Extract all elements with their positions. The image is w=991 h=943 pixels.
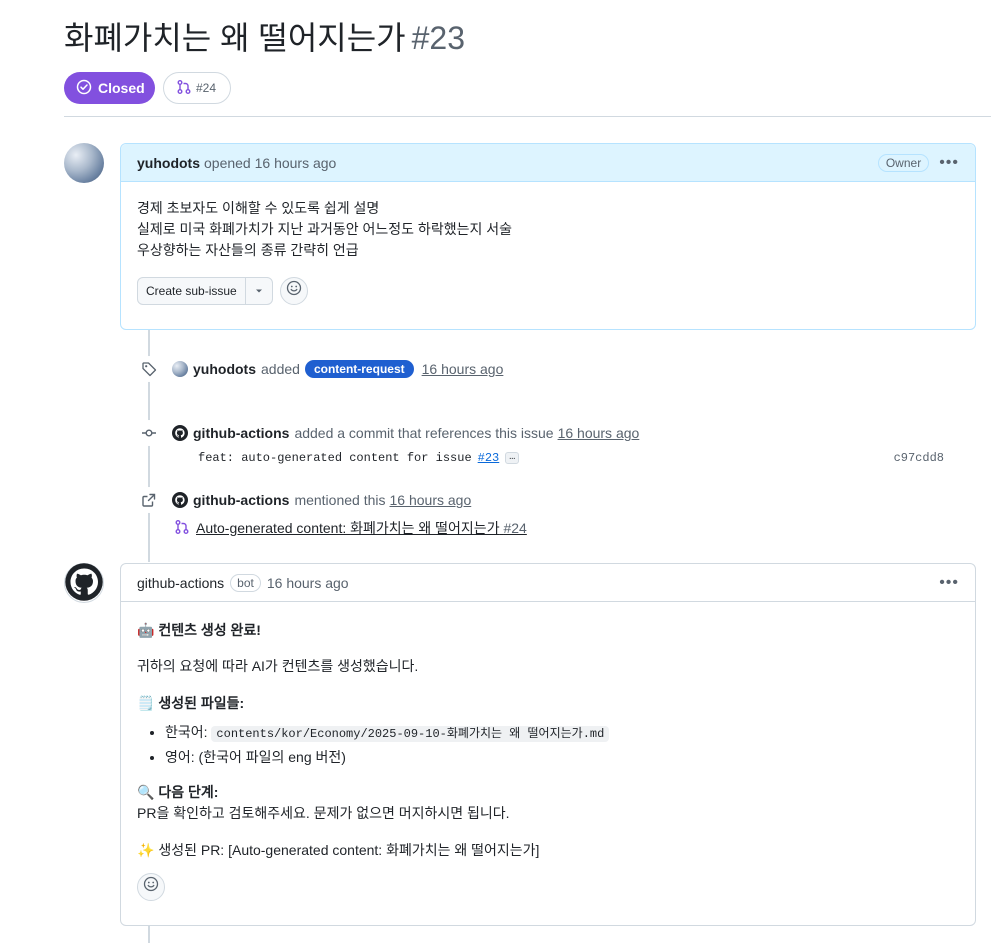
magnifier-icon: 🔍 — [137, 784, 155, 800]
commit-event: github-actions added a commit that refer… — [136, 420, 639, 446]
issue-number: #23 — [411, 20, 466, 56]
pull-request-icon — [176, 79, 192, 98]
avatar[interactable] — [64, 143, 104, 183]
commit-sha[interactable]: c97cdd8 — [894, 451, 944, 465]
issue-title-row: 화폐가치는 왜 떨어지는가 #23 — [64, 14, 465, 62]
git-commit-icon — [136, 420, 162, 446]
bot-intro: 귀하의 요청에 따라 AI가 컨텐츠를 생성했습니다. — [137, 658, 419, 674]
files-list: 한국어: contents/kor/Economy/2025-09-10-화폐가… — [137, 722, 959, 768]
check-circle-icon — [76, 79, 92, 98]
timeline-line — [148, 926, 150, 943]
generated-pr-text: 생성된 PR: [Auto-generated content: 화폐가치는 왜… — [158, 842, 540, 858]
avatar[interactable] — [64, 562, 104, 605]
comment-author[interactable]: yuhodots — [137, 155, 200, 171]
comment-time[interactable]: 16 hours ago — [255, 155, 337, 171]
event-author[interactable]: github-actions — [193, 492, 289, 508]
mentioned-pr-title[interactable]: Auto-generated content: 화폐가치는 왜 떨어지는가 — [196, 520, 500, 536]
add-reaction-button[interactable] — [137, 873, 165, 901]
avatar[interactable] — [172, 361, 188, 377]
create-sub-issue-button[interactable]: Create sub-issue — [137, 277, 273, 305]
bot-comment: github-actions bot 16 hours ago ••• 🤖 컨텐… — [120, 563, 976, 926]
event-action: added a commit that references this issu… — [294, 425, 554, 441]
linked-pr-number: #24 — [196, 81, 217, 95]
github-logo-icon[interactable] — [172, 492, 188, 508]
comment-body: 🤖 컨텐츠 생성 완료! 귀하의 요청에 따라 AI가 컨텐츠를 생성했습니다.… — [121, 602, 975, 917]
owner-badge: Owner — [877, 153, 930, 172]
commit-issue-ref[interactable]: #23 — [478, 451, 500, 465]
event-action: added — [261, 361, 300, 377]
smiley-icon — [143, 876, 159, 898]
pull-request-icon — [174, 519, 190, 538]
robot-icon: 🤖 — [137, 622, 155, 638]
github-logo-icon[interactable] — [172, 425, 188, 441]
kebab-menu-icon[interactable]: ••• — [939, 154, 959, 171]
commit-row: feat: auto-generated content for issue #… — [198, 451, 944, 465]
list-item: 영어: (한국어 파일의 eng 버전) — [165, 747, 959, 768]
notepad-icon: 🗒️ — [137, 695, 155, 711]
bot-badge: bot — [230, 573, 261, 592]
commit-message[interactable]: feat: auto-generated content for issue — [198, 451, 472, 465]
sparkles-icon: ✨ — [137, 842, 155, 858]
comment-line: 우상향하는 자산들의 종류 간략히 언급 — [137, 242, 359, 258]
comment-header: yuhodots opened 16 hours ago Owner ••• — [121, 144, 975, 182]
bot-heading: 컨텐츠 생성 완료! — [158, 622, 261, 638]
comment-line: 실제로 미국 화폐가치가 지난 과거동안 어느정도 하락했는지 서술 — [137, 221, 512, 237]
comment-author[interactable]: github-actions — [137, 575, 224, 591]
linked-pr-chip[interactable]: #24 — [163, 72, 231, 104]
next-steps-heading: 다음 단계: — [158, 784, 219, 800]
comment-header: github-actions bot 16 hours ago ••• — [121, 564, 975, 602]
smiley-icon — [286, 280, 302, 302]
issue-state-badge: Closed — [64, 72, 155, 104]
event-time[interactable]: 16 hours ago — [390, 492, 472, 508]
header-divider — [64, 116, 991, 117]
event-author[interactable]: yuhodots — [193, 361, 256, 377]
files-heading: 생성된 파일들: — [158, 695, 245, 711]
file-note: (한국어 파일의 eng 버전) — [198, 749, 346, 765]
event-action: mentioned this — [294, 492, 386, 508]
mention-event: github-actions mentioned this 16 hours a… — [136, 487, 471, 513]
issue-state-label: Closed — [98, 80, 145, 96]
expand-commit-button[interactable]: … — [505, 452, 520, 464]
comment-line: 경제 초보자도 이해할 수 있도록 쉽게 설명 — [137, 200, 380, 216]
add-reaction-button[interactable] — [279, 277, 308, 305]
file-path: contents/kor/Economy/2025-09-10-화폐가치는 왜 … — [211, 726, 610, 742]
mentioned-pr-link[interactable]: Auto-generated content: 화폐가치는 왜 떨어지는가 #2… — [174, 518, 527, 538]
event-author[interactable]: github-actions — [193, 425, 289, 441]
issue-body-comment: yuhodots opened 16 hours ago Owner ••• 경… — [120, 143, 976, 330]
mentioned-pr-number[interactable]: #24 — [503, 520, 526, 536]
label-event: yuhodots added content-request 16 hours … — [136, 356, 503, 382]
file-lang-label: 한국어: — [165, 724, 208, 740]
file-lang-label: 영어: — [165, 749, 195, 765]
comment-time[interactable]: 16 hours ago — [267, 575, 349, 591]
kebab-menu-icon[interactable]: ••• — [939, 574, 959, 591]
create-sub-issue-label[interactable]: Create sub-issue — [138, 278, 246, 304]
list-item: 한국어: contents/kor/Economy/2025-09-10-화폐가… — [165, 722, 959, 745]
cross-reference-icon — [136, 487, 162, 513]
github-logo-icon — [64, 562, 104, 605]
event-time[interactable]: 16 hours ago — [558, 425, 640, 441]
label-content-request[interactable]: content-request — [304, 360, 414, 378]
tag-icon — [136, 356, 162, 382]
event-time[interactable]: 16 hours ago — [422, 361, 504, 377]
issue-title: 화폐가치는 왜 떨어지는가 — [64, 20, 406, 56]
comment-action: opened — [204, 154, 251, 171]
comment-body: 경제 초보자도 이해할 수 있도록 쉽게 설명 실제로 미국 화폐가치가 지난 … — [121, 182, 975, 321]
chevron-down-icon[interactable] — [246, 278, 272, 304]
next-steps-text: PR을 확인하고 검토해주세요. 문제가 없으면 머지하시면 됩니다. — [137, 805, 510, 821]
